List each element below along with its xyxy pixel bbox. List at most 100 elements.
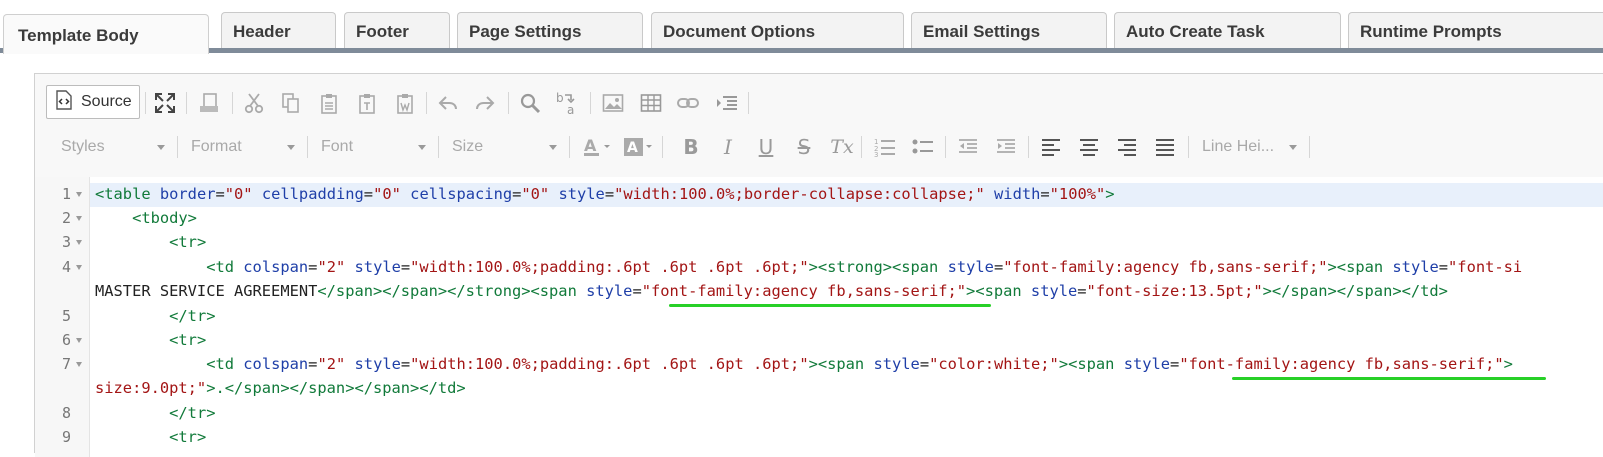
toolbar-separator — [426, 92, 427, 114]
fold-arrow-icon[interactable] — [76, 362, 82, 367]
line-height-label: Line Hei... — [1202, 138, 1275, 155]
increase-indent-icon[interactable] — [993, 134, 1019, 160]
bold-button[interactable]: B — [678, 134, 704, 160]
fold-arrow-icon[interactable] — [76, 192, 82, 197]
maximize-icon[interactable] — [152, 90, 178, 116]
align-center-icon[interactable] — [1076, 134, 1102, 160]
strikethrough-button[interactable]: S — [791, 134, 817, 160]
italic-button[interactable]: I — [715, 134, 741, 160]
decrease-indent-icon[interactable] — [955, 134, 981, 160]
rich-text-editor: Source b a Styles Format Font Size A A B… — [34, 73, 1603, 457]
size-dropdown[interactable]: Size — [438, 132, 569, 162]
svg-text:b: b — [556, 91, 564, 105]
line-number: 3 — [61, 233, 71, 251]
chevron-down-icon — [1289, 144, 1297, 150]
styles-dropdown[interactable]: Styles — [47, 132, 177, 162]
undo-icon[interactable] — [435, 90, 461, 116]
font-dropdown[interactable]: Font — [307, 132, 438, 162]
cut-icon[interactable] — [241, 90, 267, 116]
fold-arrow-icon[interactable] — [76, 216, 82, 221]
toolbar-separator — [232, 92, 233, 114]
tab-runtime-prompts[interactable]: Runtime Prompts — [1348, 12, 1603, 48]
tab-email-settings[interactable]: Email Settings — [911, 12, 1107, 48]
text-color-icon[interactable]: A — [581, 134, 615, 160]
justify-icon[interactable] — [1152, 134, 1178, 160]
source-code-area[interactable]: 1 2 3 4 5 6 7 8 9 <table border="0" cell… — [35, 177, 1603, 457]
line-number: 7 — [61, 355, 71, 373]
fold-arrow-icon[interactable] — [76, 265, 82, 270]
toolbar-separator — [1309, 136, 1310, 158]
bulleted-list-icon[interactable] — [910, 134, 936, 160]
code-line: </tr> — [169, 404, 216, 422]
table-icon[interactable] — [638, 90, 664, 116]
tab-header[interactable]: Header — [221, 12, 336, 48]
tab-auto-create-task[interactable]: Auto Create Task — [1114, 12, 1341, 48]
annotation-underline — [1232, 377, 1546, 380]
align-right-icon[interactable] — [1114, 134, 1140, 160]
code-line: </tr> — [169, 307, 216, 325]
source-button[interactable]: Source — [46, 85, 140, 119]
copy-icon[interactable] — [278, 90, 304, 116]
replace-icon[interactable]: ba — [554, 90, 582, 118]
styles-label: Styles — [61, 138, 105, 155]
svg-text:3: 3 — [874, 151, 878, 157]
toolbar-separator — [1028, 136, 1029, 158]
code-line-wrap: size:9.0pt;">.</span></span></span></td> — [95, 379, 466, 397]
toolbar-separator — [861, 136, 862, 158]
chevron-down-icon — [418, 144, 426, 150]
toolbar-separator — [186, 92, 187, 114]
line-number: 5 — [61, 307, 71, 325]
toolbar-separator — [145, 92, 146, 114]
tab-page-settings[interactable]: Page Settings — [457, 12, 643, 48]
fold-arrow-icon[interactable] — [76, 240, 82, 245]
tab-bar-divider — [0, 48, 1603, 53]
paste-word-icon[interactable] — [392, 90, 418, 116]
tab-document-options[interactable]: Document Options — [651, 12, 904, 48]
image-icon[interactable] — [600, 90, 626, 116]
font-label: Font — [321, 138, 354, 155]
toolbar-separator — [748, 92, 749, 114]
tab-template-body[interactable]: Template Body — [3, 14, 209, 54]
annotation-underline — [669, 304, 991, 307]
line-number: 1 — [61, 185, 71, 203]
line-number: 4 — [61, 258, 71, 276]
line-number: 6 — [61, 331, 71, 349]
tab-footer[interactable]: Footer — [344, 12, 450, 48]
format-dropdown[interactable]: Format — [177, 132, 307, 162]
line-number: 9 — [61, 428, 71, 446]
page-break-icon[interactable] — [713, 90, 741, 116]
redo-icon[interactable] — [472, 90, 498, 116]
svg-text:A: A — [627, 140, 638, 156]
svg-text:a: a — [567, 103, 574, 117]
code-line: <td colspan="2" style="width:100.0%;padd… — [206, 355, 1513, 373]
toolbar-separator — [590, 92, 591, 114]
find-icon[interactable] — [517, 90, 543, 116]
toolbar-separator — [662, 136, 663, 158]
line-number: 2 — [61, 209, 71, 227]
remove-format-button[interactable]: Tx — [827, 134, 857, 160]
preview-icon[interactable] — [196, 90, 222, 116]
code-line: <tbody> — [132, 209, 197, 227]
toolbar-separator — [945, 136, 946, 158]
align-left-icon[interactable] — [1038, 134, 1064, 160]
code-line: <table border="0" cellpadding="0" cellsp… — [95, 185, 1115, 203]
code-line: <tr> — [169, 428, 207, 446]
paste-icon[interactable] — [316, 90, 342, 116]
source-label: Source — [81, 93, 132, 110]
code-line: <td colspan="2" style="width:100.0%;padd… — [206, 258, 1523, 276]
paste-text-icon[interactable] — [354, 90, 380, 116]
tab-bar: Template Body Header Footer Page Setting… — [0, 0, 1603, 54]
code-line: <tr> — [169, 233, 207, 251]
fold-arrow-icon[interactable] — [76, 338, 82, 343]
background-color-icon[interactable]: A — [622, 134, 656, 160]
editor-toolbar: Source b a Styles Format Font Size A A B… — [35, 74, 1603, 178]
chevron-down-icon — [157, 144, 165, 150]
code-line-wrap: MASTER SERVICE AGREEMENT</span></span></… — [95, 282, 1448, 300]
code-line: <tr> — [169, 331, 207, 349]
underline-button[interactable]: U — [753, 134, 779, 160]
svg-text:A: A — [584, 136, 597, 155]
numbered-list-icon[interactable]: 123 — [872, 134, 898, 160]
link-icon[interactable] — [675, 90, 701, 116]
line-height-dropdown[interactable]: Line Hei... — [1188, 132, 1309, 162]
size-label: Size — [452, 138, 484, 155]
